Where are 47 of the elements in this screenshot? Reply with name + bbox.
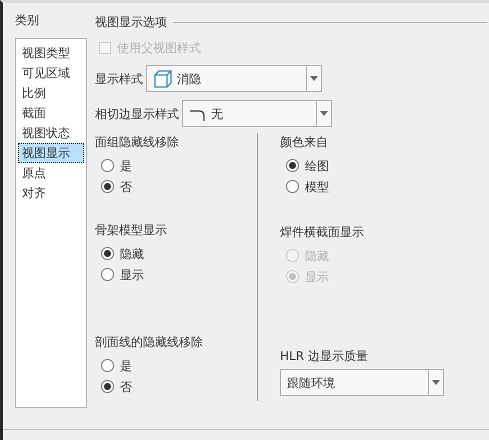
radio-button[interactable] (101, 180, 114, 193)
radio-button[interactable] (101, 359, 114, 372)
radio-label: 否 (120, 378, 132, 396)
category-item[interactable]: 比例 (18, 83, 84, 103)
caret-icon (320, 111, 328, 116)
caret-icon (432, 380, 440, 385)
group-title: 颜色来自 (280, 134, 329, 151)
radio-button[interactable] (286, 159, 299, 172)
radio-label: 是 (120, 158, 132, 174)
dropdown-value: 消隐 (177, 70, 201, 88)
radio-label: 模型 (305, 178, 329, 196)
radio-label: 是 (120, 358, 132, 374)
radio-label: 显示 (120, 266, 144, 284)
group-title: 骨架模型显示 (95, 222, 168, 239)
category-item[interactable]: 可见区域 (18, 63, 84, 83)
field-label: 相切边显示样式 (95, 106, 179, 122)
radio-label: 绘图 (305, 158, 329, 174)
section-title: 视图显示选项 (95, 14, 167, 31)
radio-button[interactable] (286, 180, 299, 193)
dropdown[interactable]: 无 (182, 100, 332, 127)
radio-button[interactable] (101, 268, 114, 281)
category-item[interactable]: 视图显示 (18, 143, 84, 163)
category-label: 类别 (15, 13, 40, 27)
radio-button[interactable] (101, 159, 114, 172)
radio-label: 否 (120, 178, 132, 196)
caret-icon (310, 76, 318, 81)
radio-label: 隐藏 (120, 246, 144, 262)
radio-label: 隐藏 (305, 248, 329, 264)
dropdown[interactable]: 跟随环境 (280, 369, 444, 396)
radio-label: 显示 (305, 268, 329, 286)
group-title: 面组隐藏线移除 (95, 134, 180, 151)
group-title: 焊件横截面显示 (280, 224, 365, 241)
field-label: 显示样式 (95, 70, 143, 88)
field-label: HLR 边显示质量 (280, 348, 369, 365)
category-item[interactable]: 对齐 (18, 183, 84, 203)
dropdown-value: 无 (211, 106, 223, 122)
category-item[interactable]: 截面 (18, 103, 84, 123)
radio-button[interactable] (101, 380, 114, 393)
checkbox-label: 使用父视图样式 (117, 40, 201, 57)
group-title: 剖面线的隐藏线移除 (95, 334, 204, 351)
category-item[interactable]: 视图状态 (18, 123, 84, 143)
cube-icon (153, 68, 173, 88)
category-item[interactable]: 视图类型 (18, 43, 84, 63)
dropdown[interactable]: 消隐 (146, 65, 322, 92)
dropdown-value: 跟随环境 (287, 374, 335, 392)
radio-button[interactable] (101, 247, 114, 260)
category-item[interactable]: 原点 (18, 163, 84, 183)
